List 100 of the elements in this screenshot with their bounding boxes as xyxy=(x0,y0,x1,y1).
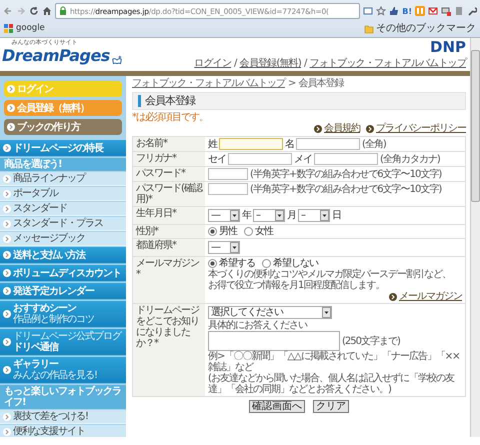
field-prefix: 日 xyxy=(332,210,341,221)
bullet-icon xyxy=(3,428,11,436)
bullet-icon xyxy=(7,123,15,131)
field-label: 都道府県* xyxy=(136,240,176,251)
header-link[interactable]: 会員登録(無料) xyxy=(240,58,302,69)
form-button[interactable]: クリア xyxy=(313,400,349,413)
breadcrumb-link[interactable]: フォトブック・フォトアルバムトップ xyxy=(132,78,285,89)
thumbs-up-icon[interactable] xyxy=(389,6,400,16)
dropdown[interactable]: — xyxy=(208,241,240,254)
field-label: 性別* xyxy=(136,226,158,237)
text-field[interactable] xyxy=(219,138,283,150)
note-text: 例>「〇〇新聞」「△△に掲載されていた」「ナー広告」「××雑誌」など xyxy=(208,351,461,373)
mail-icon[interactable] xyxy=(428,6,438,16)
arrow-circle-icon xyxy=(366,124,374,132)
caret-icon xyxy=(230,210,239,221)
section-header: もっと楽しいフォトブックライフ! xyxy=(0,385,126,409)
hint-text: (全角) xyxy=(362,138,386,150)
breadcrumb-current: 会員本登録 xyxy=(298,78,344,89)
bullet-icon xyxy=(3,287,11,295)
section-header: 商品を選ぼう! xyxy=(0,158,126,171)
logo[interactable]: DreamPages xyxy=(2,47,110,65)
text-field[interactable] xyxy=(296,138,360,150)
bullet-icon xyxy=(3,174,11,182)
dropdown[interactable]: 選択してください xyxy=(208,306,332,319)
field-label: パスワード* xyxy=(136,168,185,179)
bullet-icon xyxy=(3,412,11,420)
home-icon[interactable] xyxy=(42,6,52,16)
hint-text: (全角カタカナ) xyxy=(380,154,440,164)
scrollbar[interactable] xyxy=(470,38,480,437)
text-field[interactable] xyxy=(208,168,248,180)
required-note: *は必須項目です。 xyxy=(132,112,209,123)
bullet-icon xyxy=(3,251,11,259)
book-icon xyxy=(112,55,122,65)
sidebar-item[interactable]: ポータブル xyxy=(0,187,126,201)
field-label: 生年月日* xyxy=(136,208,176,219)
arrow-circle-icon xyxy=(314,124,322,132)
bullet-icon xyxy=(3,234,11,242)
caret-icon xyxy=(230,242,239,253)
note-text: (お友達などから聞いた場合、個人名は記入せずに「学校の友達」「会社の同期」などとお答えください。) xyxy=(208,373,456,395)
field-prefix: メイ xyxy=(294,154,312,164)
field-label: フリガナ* xyxy=(136,153,176,164)
radio-option[interactable]: 希望しない xyxy=(262,258,318,269)
text-field[interactable] xyxy=(314,153,378,165)
dropdown[interactable]: – xyxy=(253,209,285,222)
hint-text: (250文字まで) xyxy=(342,336,400,346)
brand-logo[interactable]: DNP xyxy=(430,40,466,55)
sidebar-item[interactable]: 便利な支援サイト xyxy=(0,425,126,437)
sidebar-item[interactable]: ドリームページ公式ブログ ドリペ通信 xyxy=(0,329,126,356)
sidebar-item[interactable]: メッセージブック xyxy=(0,232,126,246)
star-icon[interactable] xyxy=(376,6,386,16)
page-title: 会員本登録 xyxy=(145,95,195,107)
field-label: ドリームページをどこでお知りになりましたか？* xyxy=(136,305,199,349)
header-link[interactable]: ログイン xyxy=(194,58,232,69)
lock-icon xyxy=(58,6,68,16)
note-text: お得で役立つ情報を月1回程度配信します。 xyxy=(208,280,384,291)
window-icon[interactable] xyxy=(441,6,451,16)
form-button[interactable]: 確認画面へ xyxy=(249,400,305,413)
bullet-icon xyxy=(3,204,11,212)
wrench-icon[interactable] xyxy=(467,6,477,16)
bullet-icon xyxy=(3,310,11,318)
bullet-icon xyxy=(3,338,11,346)
sidebar-item[interactable]: スタンダード xyxy=(0,202,126,216)
bullet-icon xyxy=(3,190,11,198)
note-text: 具体的にお答えください xyxy=(208,320,307,331)
bullet-icon xyxy=(7,104,15,112)
page-icon[interactable] xyxy=(363,6,374,16)
link-separator: / xyxy=(234,58,237,69)
bullet-icon xyxy=(3,220,11,228)
policy-link[interactable]: 会員規約 xyxy=(324,123,360,134)
text-area[interactable] xyxy=(208,331,340,351)
field-prefix: 年 xyxy=(242,210,251,221)
field-prefix: セイ xyxy=(208,154,226,164)
dropdown[interactable]: — xyxy=(208,209,240,222)
back-icon[interactable] xyxy=(3,6,13,16)
sidebar-item[interactable]: 裏技で差をつける! xyxy=(0,410,126,424)
hint-text: (半角英字+数字の組み合わせで6文字〜10文字) xyxy=(250,168,442,180)
policy-link[interactable]: プライバシーポリシー xyxy=(376,123,466,134)
text-field[interactable] xyxy=(228,153,292,165)
newsletter-link[interactable]: メールマガジン xyxy=(399,291,462,302)
hint-text: (半角英字+数字の組み合わせで6文字〜10文字) xyxy=(250,184,442,194)
arrow-circle-icon xyxy=(389,292,397,300)
radio-option[interactable]: 希望する xyxy=(208,258,255,269)
sidebar-item[interactable]: スタンダード・プラス xyxy=(0,217,126,231)
dropdown[interactable]: – xyxy=(298,209,330,222)
bullet-icon xyxy=(3,144,11,152)
sidebar-button[interactable]: ブックの作り方 xyxy=(4,119,122,135)
text-field[interactable] xyxy=(208,183,248,195)
reload-icon[interactable] xyxy=(29,6,39,16)
bookmark[interactable]: google xyxy=(4,23,45,34)
bookmark-folder[interactable]: その他のブックマーク xyxy=(364,23,476,34)
radio-option[interactable]: 女性 xyxy=(244,226,273,237)
sidebar-item[interactable]: 商品ラインナップ xyxy=(0,172,126,186)
field-label: パスワード(確認用)* xyxy=(136,183,202,205)
caret-icon xyxy=(320,210,329,221)
field-prefix: 名 xyxy=(285,138,294,150)
bookmark-button[interactable]: B! xyxy=(402,6,412,16)
radio-option[interactable]: 男性 xyxy=(208,226,237,237)
bullet-icon xyxy=(3,366,11,374)
header-link[interactable]: フォトブック・フォトアルバムトップ xyxy=(310,58,466,69)
breadcrumb-separator: > xyxy=(288,78,296,89)
